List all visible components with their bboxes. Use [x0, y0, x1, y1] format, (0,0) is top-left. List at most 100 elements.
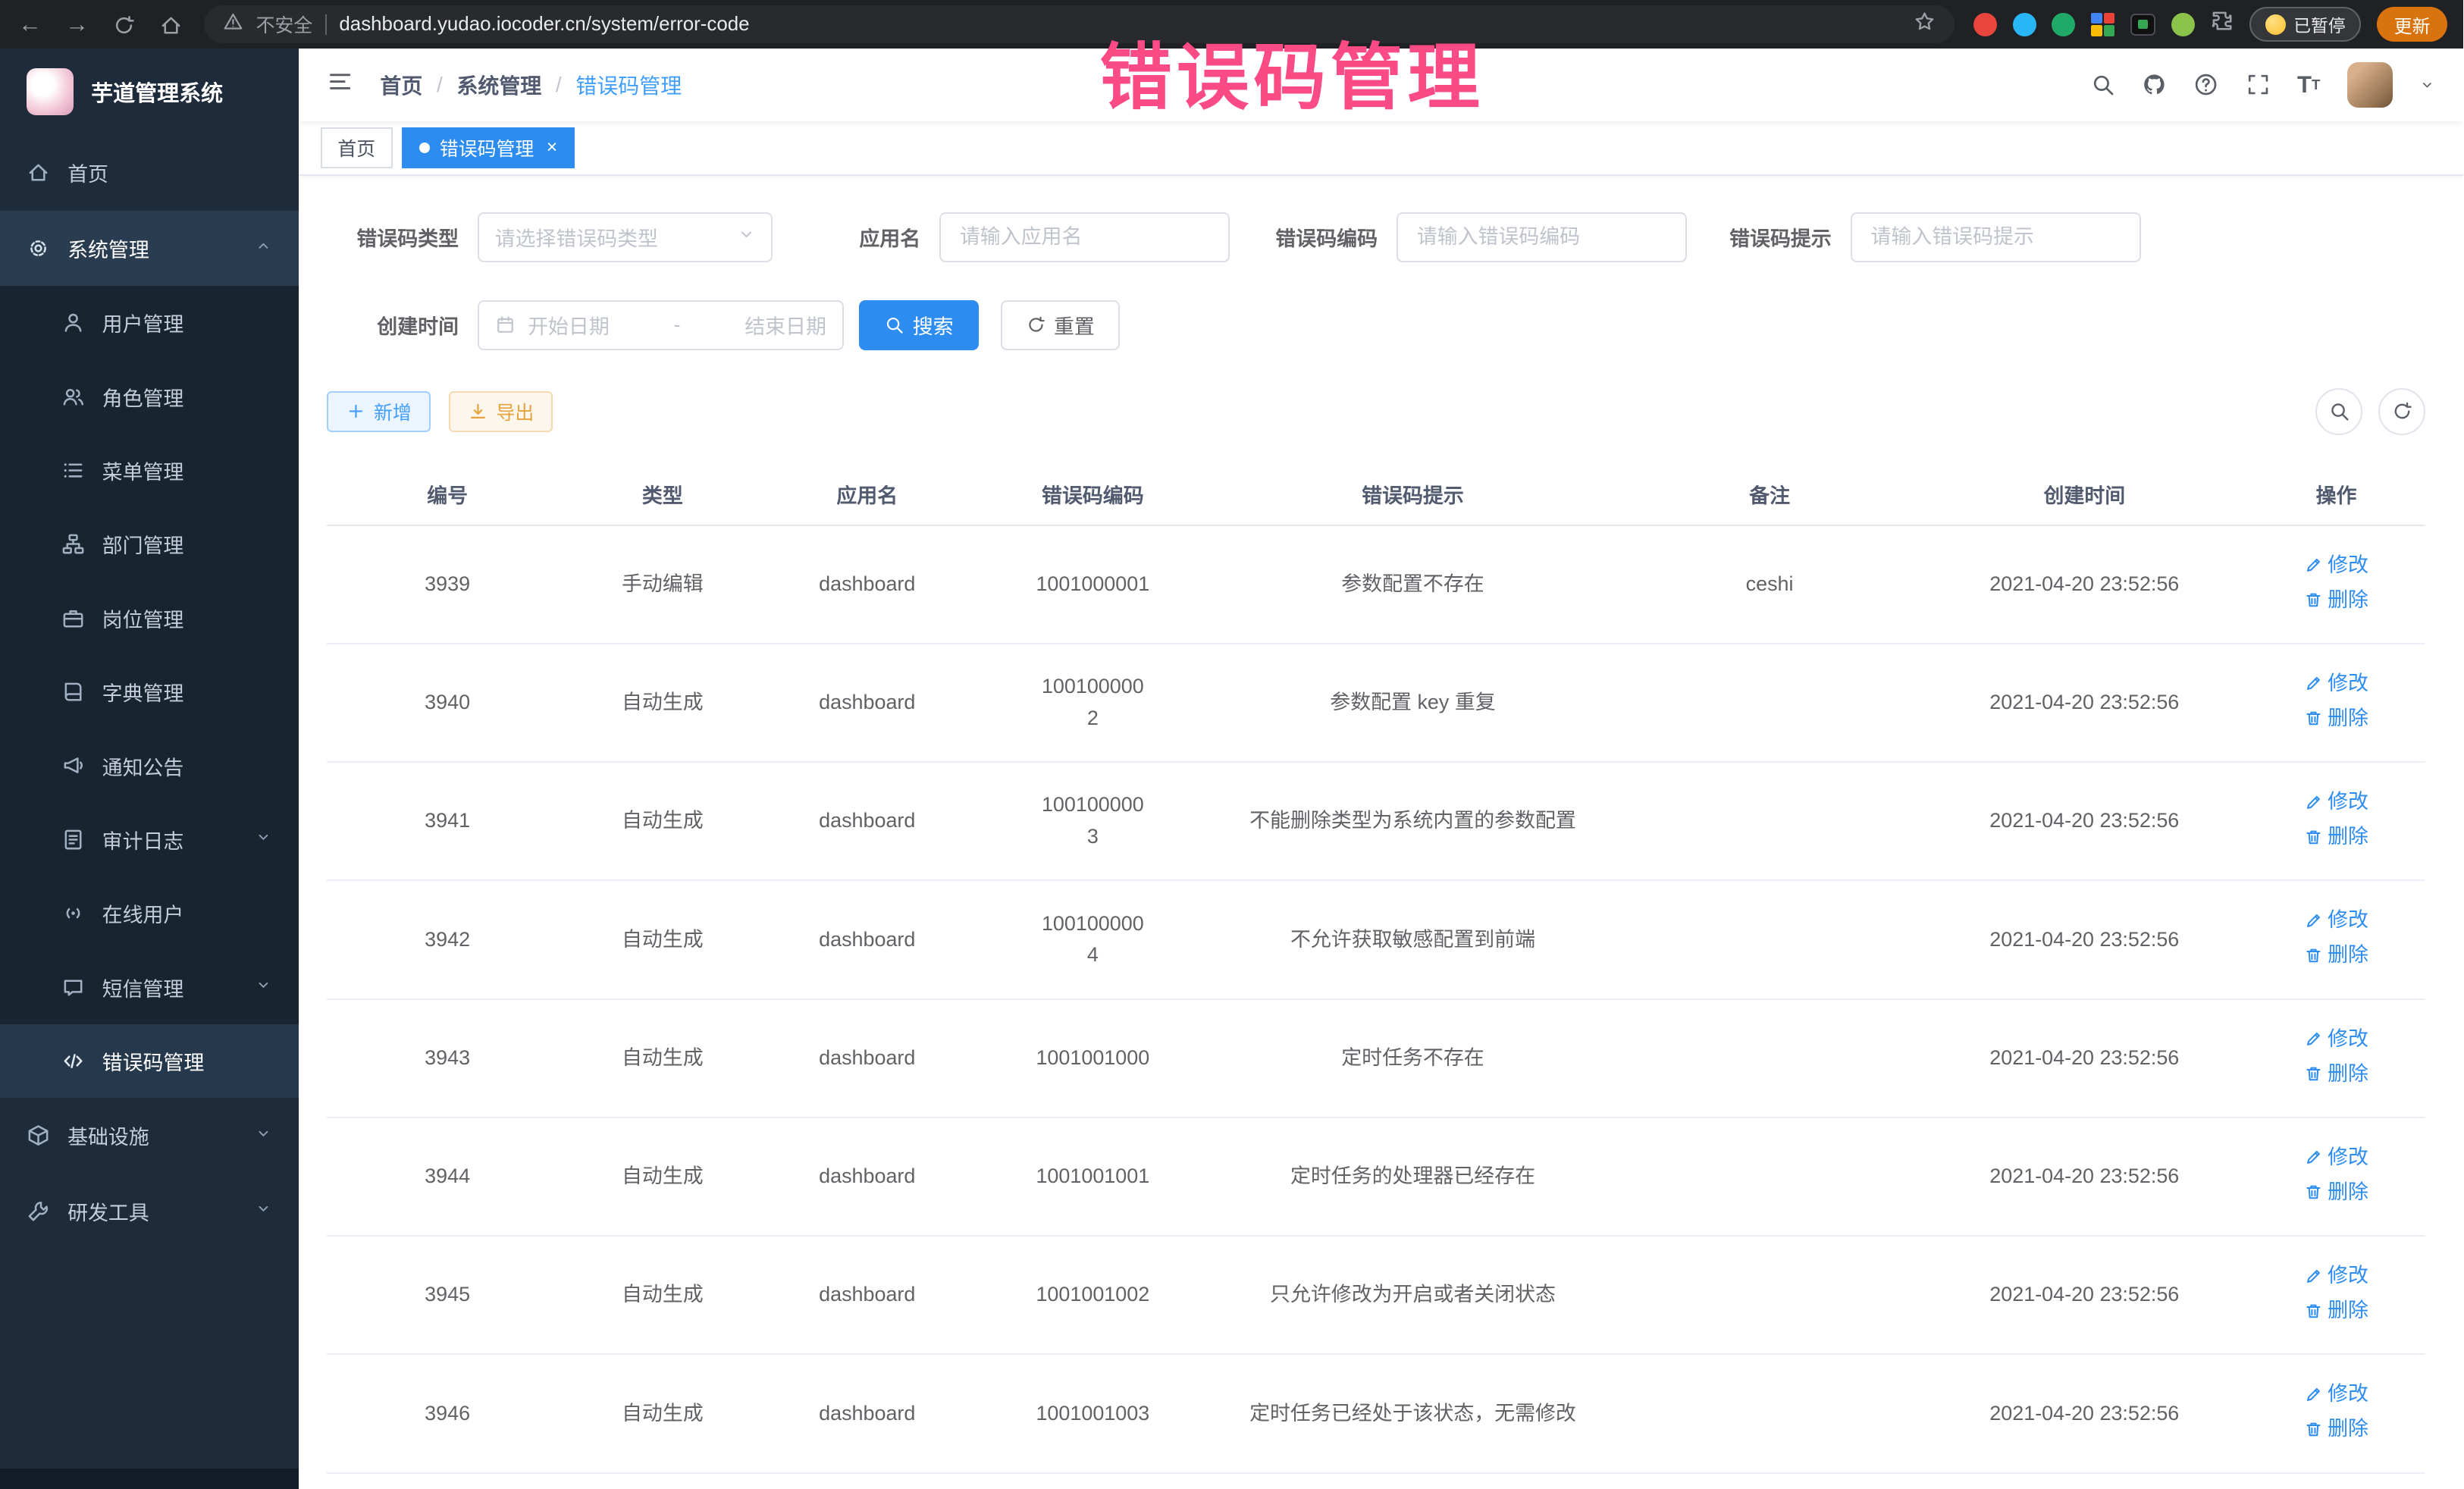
- sidebar-item-user-mgmt[interactable]: 用户管理: [0, 286, 299, 359]
- cell-created: 2021-04-20 23:52:56: [1922, 1354, 2247, 1472]
- delete-link[interactable]: 删除: [2304, 1295, 2368, 1327]
- edit-link[interactable]: 修改: [2304, 1023, 2368, 1055]
- delete-link[interactable]: 删除: [2304, 1413, 2368, 1445]
- extensions-puzzle-icon[interactable]: [2211, 9, 2234, 39]
- cell-code: 1001001001: [977, 1118, 1208, 1236]
- forward-icon[interactable]: →: [63, 11, 91, 38]
- user-avatar[interactable]: [2347, 62, 2393, 108]
- home-icon-chrome[interactable]: [157, 11, 185, 38]
- extension-red-icon[interactable]: [1973, 13, 1997, 36]
- close-tab-icon[interactable]: ×: [547, 138, 558, 157]
- col-created: 创建时间: [1922, 463, 2247, 525]
- edit-link[interactable]: 修改: [2304, 668, 2368, 700]
- sidebar-item-system-mgmt[interactable]: 系统管理: [0, 211, 299, 286]
- sidebar-item-error-code-mgmt[interactable]: 错误码管理: [0, 1024, 299, 1098]
- pencil-icon: [2304, 556, 2323, 575]
- tab-error-code-mgmt[interactable]: 错误码管理 ×: [402, 127, 575, 168]
- cell-code: 1001000001: [977, 525, 1208, 644]
- browser-update-button[interactable]: 更新: [2377, 7, 2447, 42]
- edit-link[interactable]: 修改: [2304, 904, 2368, 936]
- cell-created: 2021-04-20 23:52:56: [1922, 525, 2247, 644]
- profile-paused-badge[interactable]: 已暂停: [2249, 7, 2361, 42]
- search-icon[interactable]: [2090, 72, 2115, 97]
- chevron-down-icon: [255, 976, 272, 999]
- error-type-select[interactable]: 请选择错误码类型: [478, 212, 773, 262]
- sidebar-item-dev-tools[interactable]: 研发工具: [0, 1174, 299, 1249]
- sidebar-item-notice[interactable]: 通知公告: [0, 729, 299, 802]
- sidebar: 芋道管理系统 首页 系统管理 用户管理 角色管理 菜单管理: [0, 49, 299, 1489]
- pencil-icon: [2304, 1385, 2323, 1404]
- search-button[interactable]: 搜索: [859, 300, 978, 350]
- edit-link[interactable]: 修改: [2304, 1260, 2368, 1292]
- refresh-table-button[interactable]: [2378, 388, 2425, 435]
- sidebar-item-post-mgmt[interactable]: 岗位管理: [0, 581, 299, 655]
- cell-hint: 不能删除类型为系统内置的参数配置: [1208, 762, 1618, 880]
- back-icon[interactable]: ←: [16, 11, 44, 38]
- cell-remark: [1617, 880, 1921, 998]
- sidebar-item-role-mgmt[interactable]: 角色管理: [0, 359, 299, 433]
- app-logo-row[interactable]: 芋道管理系统: [0, 49, 299, 135]
- error-code-input[interactable]: [1397, 212, 1687, 262]
- export-button[interactable]: 导出: [449, 391, 553, 432]
- edit-link[interactable]: 修改: [2304, 1142, 2368, 1174]
- edit-link[interactable]: 修改: [2304, 550, 2368, 581]
- breadcrumb-home[interactable]: 首页: [380, 70, 422, 100]
- delete-link[interactable]: 删除: [2304, 1177, 2368, 1208]
- font-size-icon[interactable]: TT: [2297, 73, 2320, 96]
- error-hint-input[interactable]: [1851, 212, 2141, 262]
- app-title: 芋道管理系统: [91, 76, 223, 108]
- cell-id: 3945: [327, 1236, 568, 1354]
- delete-link[interactable]: 删除: [2304, 821, 2368, 853]
- breadcrumb-system[interactable]: 系统管理: [456, 70, 541, 100]
- cell-app: dashboard: [757, 1118, 977, 1236]
- extension-grid-icon[interactable]: [2091, 13, 2114, 36]
- reload-icon[interactable]: [110, 11, 138, 38]
- sidebar-item-infrastructure[interactable]: 基础设施: [0, 1098, 299, 1173]
- add-button[interactable]: 新增: [327, 391, 431, 432]
- delete-link[interactable]: 删除: [2304, 939, 2368, 971]
- cube-icon: [27, 1124, 50, 1147]
- cell-id: 3944: [327, 1118, 568, 1236]
- fullscreen-icon[interactable]: [2246, 72, 2271, 97]
- sidebar-item-home[interactable]: 首页: [0, 135, 299, 210]
- edit-link[interactable]: 修改: [2304, 1378, 2368, 1410]
- cell-type: 自动生成: [568, 1236, 757, 1354]
- hamburger-icon[interactable]: [327, 68, 353, 102]
- extension-green-icon[interactable]: [2052, 13, 2075, 36]
- extension-blue-icon[interactable]: [2013, 13, 2036, 36]
- cell-app: dashboard: [757, 1236, 977, 1354]
- cell-actions: 修改 删除: [2247, 1354, 2425, 1472]
- delete-link[interactable]: 删除: [2304, 585, 2368, 616]
- address-bar[interactable]: 不安全 dashboard.yudao.iocoder.cn/system/er…: [204, 5, 1955, 43]
- sidebar-item-dept-mgmt[interactable]: 部门管理: [0, 507, 299, 581]
- sidebar-item-online-users[interactable]: 在线用户: [0, 876, 299, 950]
- profile-emoji-icon: [2265, 14, 2286, 35]
- sidebar-item-menu-mgmt[interactable]: 菜单管理: [0, 434, 299, 507]
- delete-link[interactable]: 删除: [2304, 1058, 2368, 1090]
- bookmark-star-icon[interactable]: [1914, 11, 1936, 38]
- date-range-picker[interactable]: 开始日期 - 结束日期: [478, 300, 844, 350]
- sidebar-item-audit-log[interactable]: 审计日志: [0, 803, 299, 876]
- extension-on-icon[interactable]: [2130, 14, 2155, 36]
- help-icon[interactable]: [2193, 72, 2218, 97]
- cell-code: 1001001004: [977, 1473, 1208, 1489]
- github-icon[interactable]: [2142, 72, 2167, 97]
- edit-link[interactable]: 修改: [2304, 786, 2368, 818]
- table-toolbar: 新增 导出: [327, 388, 2425, 435]
- extension-leaf-icon[interactable]: [2171, 13, 2195, 36]
- cell-code: 1001001002: [977, 1236, 1208, 1354]
- toggle-search-button[interactable]: [2315, 388, 2362, 435]
- reset-button[interactable]: 重置: [1001, 300, 1120, 350]
- table-row: 3940 自动生成 dashboard 100100000 2 参数配置 key…: [327, 644, 2425, 762]
- error-code-table: 编号 类型 应用名 错误码编码 错误码提示 备注 创建时间 操作 3939 手动…: [327, 463, 2425, 1489]
- sidebar-collapse-bar[interactable]: [0, 1469, 299, 1489]
- app-name-input[interactable]: [939, 212, 1230, 262]
- tab-home[interactable]: 首页: [321, 127, 393, 168]
- sidebar-item-dict-mgmt[interactable]: 字典管理: [0, 655, 299, 729]
- chevron-down-icon: [255, 1124, 272, 1147]
- create-time-label: 创建时间: [327, 310, 459, 340]
- caret-down-icon[interactable]: [2419, 77, 2435, 93]
- sidebar-item-sms-mgmt[interactable]: 短信管理: [0, 950, 299, 1023]
- delete-link[interactable]: 删除: [2304, 703, 2368, 735]
- header-actions: TT: [2090, 62, 2435, 108]
